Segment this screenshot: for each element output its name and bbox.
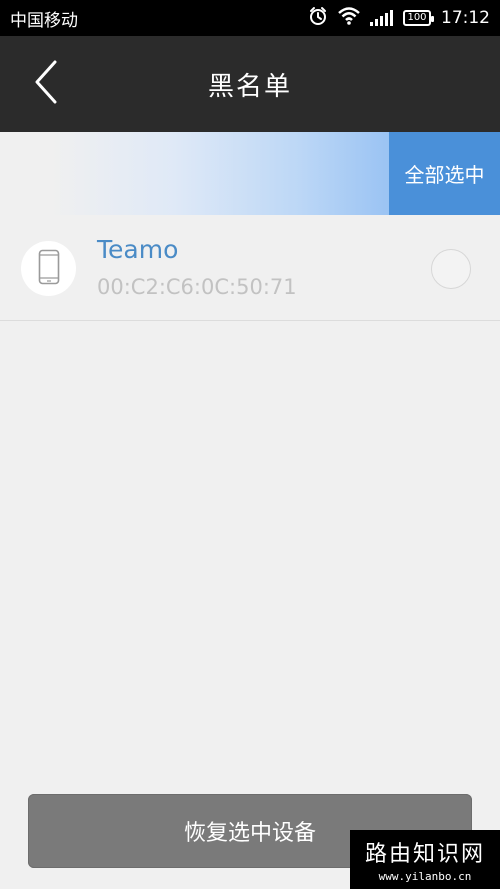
watermark-url: www.yilanbo.cn [378, 870, 472, 883]
device-avatar [21, 241, 76, 296]
carrier-name: 中国移动 [10, 10, 78, 31]
alarm-icon [308, 6, 328, 31]
device-select-radio[interactable] [431, 249, 471, 289]
watermark: 路由知识网 www.yilanbo.cn [350, 830, 500, 889]
battery-icon: 100 [403, 10, 434, 26]
chevron-left-icon [33, 60, 59, 108]
page-title: 黑名单 [207, 71, 292, 102]
phone-icon [38, 249, 60, 289]
select-all-bar: 全部选中 [0, 132, 500, 215]
status-right: 100 17:12 [308, 6, 490, 31]
wifi-icon [338, 6, 360, 30]
clock: 17:12 [441, 8, 490, 28]
device-name: Teamo [97, 235, 179, 264]
back-button[interactable] [26, 58, 66, 110]
app-header: 黑名单 [0, 36, 500, 132]
watermark-text: 路由知识网 [364, 842, 485, 867]
device-mac: 00:C2:C6:0C:50:71 [97, 275, 297, 299]
select-all-button[interactable]: 全部选中 [389, 132, 500, 215]
status-left: 中国移动 [10, 6, 78, 31]
signal-icon [370, 10, 393, 26]
list-item[interactable]: Teamo 00:C2:C6:0C:50:71 [0, 215, 500, 321]
battery-level: 100 [407, 12, 427, 23]
status-bar: 中国移动 100 17:12 [0, 0, 500, 36]
